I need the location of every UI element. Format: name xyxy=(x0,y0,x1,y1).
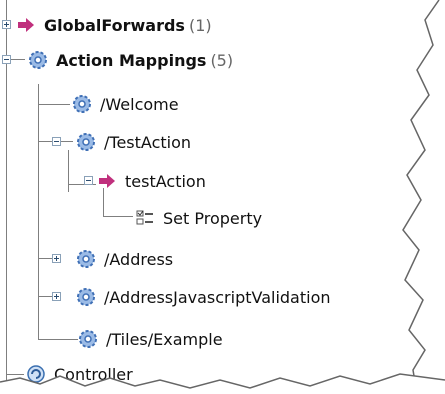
tree-line xyxy=(38,104,70,105)
node-label: /TestAction xyxy=(104,132,192,152)
controller-icon xyxy=(27,365,45,383)
gear-icon xyxy=(29,51,47,69)
gear-icon xyxy=(77,288,95,306)
gear-icon xyxy=(73,95,91,113)
node-action-mappings[interactable]: Action Mappings (5) xyxy=(28,48,233,72)
gear-icon xyxy=(77,133,95,151)
node-label: /Tiles/Example xyxy=(106,329,223,349)
node-label: Controller xyxy=(54,364,133,384)
tree-line xyxy=(38,84,39,339)
node-controller[interactable]: Controller xyxy=(26,362,133,386)
tree-line xyxy=(38,296,52,297)
tree-line xyxy=(68,150,69,192)
tree-line xyxy=(103,216,133,217)
tree-line xyxy=(38,141,52,142)
expand-global-forwards[interactable] xyxy=(2,20,11,29)
node-count: (5) xyxy=(210,50,234,70)
node-test-action[interactable]: /TestAction xyxy=(76,130,191,154)
node-count: (1) xyxy=(188,15,212,35)
node-tiles-example[interactable]: /Tiles/Example xyxy=(78,327,223,351)
tree-line xyxy=(38,258,52,259)
node-label: /Address xyxy=(104,249,174,269)
node-welcome[interactable]: /Welcome xyxy=(72,92,179,116)
gear-icon xyxy=(77,250,95,268)
node-label: Set Property xyxy=(163,208,263,228)
node-label: Action Mappings xyxy=(56,50,207,70)
node-address-js-validation[interactable]: /AddressJavascriptValidation xyxy=(76,285,331,309)
node-set-property[interactable]: Set Property xyxy=(135,206,262,230)
collapse-test-action-forward[interactable] xyxy=(84,176,93,185)
collapse-action-mappings[interactable] xyxy=(2,55,11,64)
expand-address-js-validation[interactable] xyxy=(52,292,61,301)
property-icon xyxy=(136,210,153,225)
collapse-test-action[interactable] xyxy=(52,137,61,146)
struts-config-tree: GlobalForwards (1) Action Mappings (5) /… xyxy=(0,0,445,394)
arrow-icon xyxy=(18,18,34,32)
tree-line xyxy=(11,59,25,60)
tree-line xyxy=(38,339,78,340)
node-address[interactable]: /Address xyxy=(76,247,173,271)
node-global-forwards[interactable]: GlobalForwards (1) xyxy=(16,13,212,37)
tree-line xyxy=(6,374,24,375)
node-label: testAction xyxy=(125,171,206,191)
node-label: GlobalForwards xyxy=(44,15,185,35)
arrow-icon xyxy=(99,174,115,188)
tree-line xyxy=(61,141,73,142)
node-label: /Welcome xyxy=(100,94,179,114)
node-label: /AddressJavascriptValidation xyxy=(104,287,331,307)
node-test-action-forward[interactable]: testAction xyxy=(97,169,206,193)
expand-address[interactable] xyxy=(52,254,61,263)
gear-icon xyxy=(79,330,97,348)
